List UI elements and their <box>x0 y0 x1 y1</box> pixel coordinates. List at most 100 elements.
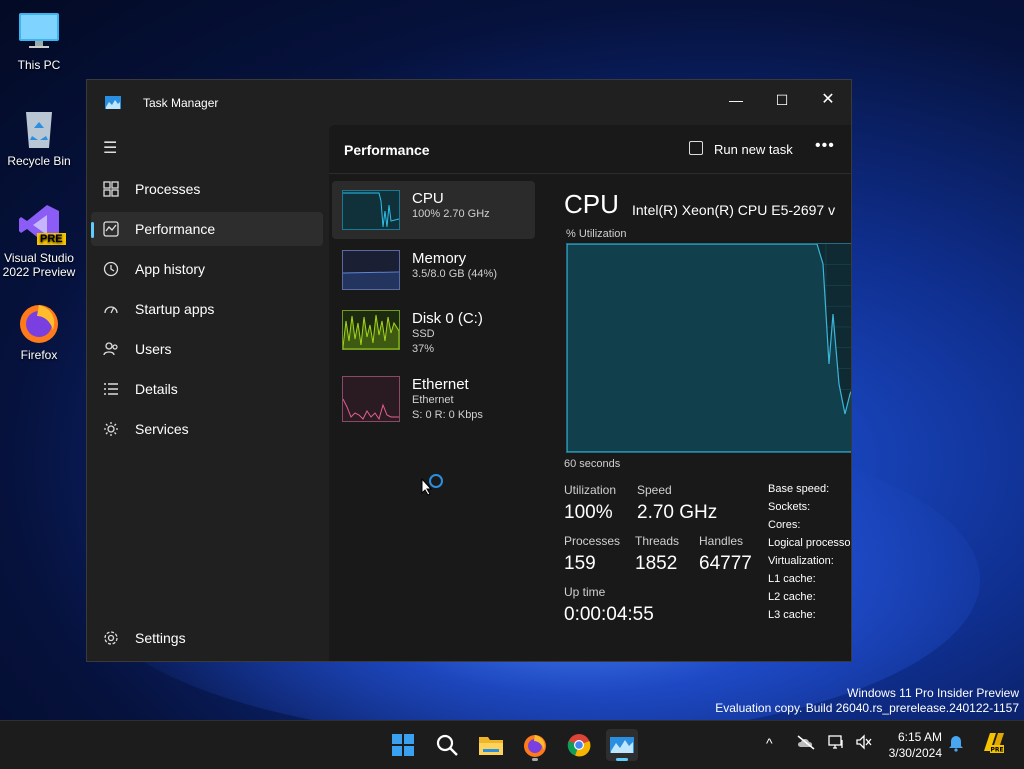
nav-item-label: Details <box>135 381 178 397</box>
desktop-icon-label: Firefox <box>20 348 58 362</box>
utilization-value: 100% <box>564 502 613 523</box>
close-button[interactable]: ✕ <box>805 86 851 114</box>
run-new-task-label: Run new task <box>714 142 793 157</box>
uptime-label: Up time <box>564 585 606 599</box>
handles-label: Handles <box>699 534 744 548</box>
nav-item-label: Processes <box>135 181 201 197</box>
processes-label: Processes <box>564 534 621 548</box>
page-header: Performance Run new task ••• <box>329 125 851 174</box>
nav-item-label: Settings <box>135 630 186 646</box>
clock-date: 3/30/2024 <box>888 746 942 760</box>
resource-type: Ethernet <box>412 394 454 406</box>
visual-studio-icon: PRE <box>17 203 66 247</box>
disk-thumbnail-graph <box>342 310 400 350</box>
spec-cores: Cores: <box>768 519 801 531</box>
firefox-icon[interactable] <box>519 729 551 761</box>
desktop-icon-firefox[interactable]: Firefox <box>1 300 77 362</box>
spec-l1-cache: L1 cache: <box>768 573 816 585</box>
nav-item-label: Users <box>135 341 172 357</box>
nav-item-label: Services <box>135 421 189 437</box>
minimize-button[interactable]: — <box>713 86 759 114</box>
resource-name: Ethernet <box>412 376 469 393</box>
threads-value: 1852 <box>635 553 678 574</box>
nav-item-services[interactable]: Services <box>91 412 323 446</box>
watermark-build: Evaluation copy. Build 26040.rs_prerelea… <box>715 701 1019 715</box>
nav-item-processes[interactable]: Processes <box>91 172 323 206</box>
task-manager-window: Task Manager — ☐ ✕ ☰ Processes Performan… <box>86 79 852 732</box>
nav-item-app-history[interactable]: App history <box>91 252 323 286</box>
onedrive-offline-icon[interactable] <box>796 734 816 753</box>
start-icon[interactable] <box>387 729 419 761</box>
startup-gauge-icon <box>103 301 119 317</box>
insider-preview-icon[interactable]: PRE <box>980 729 1006 760</box>
performance-chart-icon <box>103 221 119 237</box>
hamburger-menu-icon[interactable]: ☰ <box>103 138 117 158</box>
resource-item-memory[interactable]: Memory 3.5/8.0 GB (44%) <box>332 241 535 299</box>
handles-value: 64777 <box>699 553 752 574</box>
desktop-icon-label: This PC <box>17 58 61 72</box>
speed-value: 2.70 GHz <box>637 502 718 523</box>
uptime-value: 0:00:04:55 <box>564 604 654 625</box>
nav-item-users[interactable]: Users <box>91 332 323 366</box>
file-explorer-icon[interactable] <box>475 729 507 761</box>
graph-time-label: 60 seconds <box>564 458 621 470</box>
desktop-icon-this-pc[interactable]: This PC <box>1 10 77 72</box>
task-manager-icon[interactable] <box>606 729 638 761</box>
nav-item-startup-apps[interactable]: Startup apps <box>91 292 323 326</box>
title-bar[interactable]: Task Manager — ☐ ✕ <box>87 80 851 124</box>
memory-thumbnail-graph <box>342 250 400 290</box>
spec-l2-cache: L2 cache: <box>768 591 816 603</box>
resource-detail: 37% <box>412 343 435 355</box>
resource-name: Memory <box>412 250 467 267</box>
performance-page: Performance Run new task ••• CPU 100% 2.… <box>329 125 851 732</box>
spec-virtualization: Virtualization: <box>768 555 834 567</box>
cpu-thumbnail-graph <box>342 190 400 230</box>
desktop-icon-label: Recycle Bin <box>7 154 71 168</box>
nav-item-label: App history <box>135 261 206 277</box>
network-icon[interactable] <box>828 734 846 753</box>
monitor-icon <box>17 10 61 54</box>
maximize-button[interactable]: ☐ <box>759 86 805 114</box>
services-puzzle-icon <box>103 421 119 437</box>
users-icon <box>103 341 119 357</box>
notification-bell-icon[interactable] <box>948 734 964 755</box>
active-indicator <box>616 758 628 761</box>
cpu-utilization-graph <box>566 243 851 453</box>
threads-label: Threads <box>635 534 680 548</box>
more-options-button[interactable]: ••• <box>815 137 835 155</box>
resource-detail: 100% 2.70 GHz <box>412 208 490 220</box>
system-clock[interactable]: 6:15 AM 3/30/2024 <box>880 729 942 761</box>
resource-item-ethernet[interactable]: Ethernet Ethernet S: 0 R: 0 Kbps <box>332 367 535 425</box>
resource-type: SSD <box>412 328 435 340</box>
nav-item-details[interactable]: Details <box>91 372 323 406</box>
search-icon[interactable] <box>431 729 463 761</box>
nav-item-label: Performance <box>135 221 216 237</box>
resource-name: CPU <box>412 190 444 207</box>
graph-y-label: % Utilization <box>566 228 627 240</box>
running-indicator <box>532 758 538 761</box>
desktop-icon-recycle-bin[interactable]: Recycle Bin <box>1 106 77 168</box>
detail-title: CPU <box>564 189 619 219</box>
resource-item-disk[interactable]: Disk 0 (C:) SSD 37% <box>332 301 535 359</box>
resource-item-cpu[interactable]: CPU 100% 2.70 GHz <box>332 181 535 239</box>
window-title: Task Manager <box>143 96 219 110</box>
task-manager-app-icon <box>105 96 121 109</box>
busy-spinner-icon <box>429 474 443 488</box>
details-list-icon <box>103 381 119 397</box>
nav-item-performance[interactable]: Performance <box>91 212 323 246</box>
desktop-icon-label: Visual Studio 2022 Preview <box>2 251 76 279</box>
svg-text:PRE: PRE <box>990 747 1003 754</box>
desktop-icon-visual-studio[interactable]: PRE Visual Studio 2022 Preview <box>1 203 77 279</box>
show-hidden-icons-chevron[interactable]: ^ <box>766 735 773 751</box>
evaluation-watermark: Windows 11 Pro Insider Preview Evaluatio… <box>715 686 1019 716</box>
processes-grid-icon <box>103 181 119 197</box>
resource-detail: 3.5/8.0 GB (44%) <box>412 268 497 280</box>
nav-item-settings[interactable]: Settings <box>91 621 323 655</box>
spec-base-speed: Base speed: <box>768 483 830 495</box>
volume-muted-icon[interactable] <box>855 734 873 753</box>
spec-l3-cache: L3 cache: <box>768 609 816 621</box>
cpu-detail-panel: CPU Intel(R) Xeon(R) CPU E5-2697 v % Uti… <box>564 185 851 655</box>
firefox-icon <box>17 300 61 344</box>
chrome-icon[interactable] <box>563 729 595 761</box>
resource-detail: S: 0 R: 0 Kbps <box>412 409 483 421</box>
